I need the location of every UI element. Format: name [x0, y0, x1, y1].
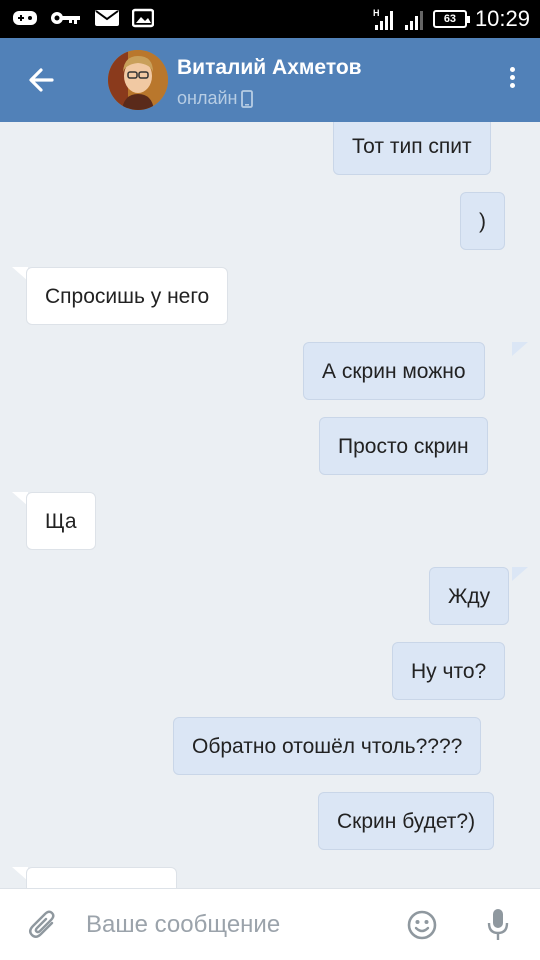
dot-icon — [509, 75, 515, 80]
dot-icon — [509, 83, 515, 88]
clock: 10:29 — [474, 6, 530, 31]
bubble-tail — [512, 567, 528, 581]
mail-icon — [95, 10, 119, 26]
message-outgoing[interactable]: Обратно отошёл чтоль???? — [173, 717, 482, 775]
paperclip-icon[interactable] — [28, 909, 58, 941]
message-outgoing[interactable]: Жду — [429, 567, 510, 625]
signal-strength-icon — [404, 11, 423, 30]
signal-h-icon: H — [373, 8, 393, 30]
dot-icon — [509, 67, 515, 72]
microphone-icon[interactable] — [484, 907, 512, 943]
message-incoming[interactable]: Ща — [26, 492, 96, 550]
more-menu-button[interactable] — [504, 64, 520, 96]
battery-icon: 63 — [432, 10, 470, 28]
contact-name[interactable]: Виталий Ахметов — [177, 56, 362, 80]
notification-icons — [12, 8, 154, 28]
svg-text:H: H — [373, 8, 380, 18]
message-composer — [0, 888, 540, 960]
message-list[interactable]: Тот тип спит ) Спросишь у него А скрин м… — [0, 122, 540, 888]
back-button[interactable] — [20, 58, 64, 102]
avatar[interactable] — [108, 50, 168, 110]
contact-status: онлайн — [177, 88, 254, 109]
mobile-phone-icon — [241, 89, 254, 108]
image-icon — [132, 8, 154, 28]
conversation-header: Виталий Ахметов онлайн — [0, 38, 540, 122]
message-incoming[interactable]: Спросишь у него — [26, 267, 229, 325]
arrow-left-icon — [29, 68, 54, 92]
message-incoming-partial[interactable] — [26, 867, 177, 888]
status-text: онлайн — [177, 88, 238, 108]
status-bar: H 63 10:29 — [0, 0, 540, 38]
message-outgoing[interactable]: А скрин можно — [303, 342, 485, 400]
message-outgoing[interactable]: Просто скрин — [319, 417, 488, 475]
message-outgoing[interactable]: ) — [460, 192, 505, 250]
game-controller-icon — [13, 11, 37, 25]
user-photo-icon — [108, 50, 168, 110]
system-icons: H 63 10:29 — [373, 4, 530, 34]
message-outgoing[interactable]: Ну что? — [392, 642, 506, 700]
bubble-tail — [512, 342, 528, 356]
message-outgoing[interactable]: Тот тип спит — [333, 122, 491, 175]
message-outgoing[interactable]: Скрин будет?) — [318, 792, 495, 850]
message-input[interactable] — [86, 907, 386, 943]
smile-icon[interactable] — [406, 909, 438, 941]
key-icon — [51, 12, 80, 24]
